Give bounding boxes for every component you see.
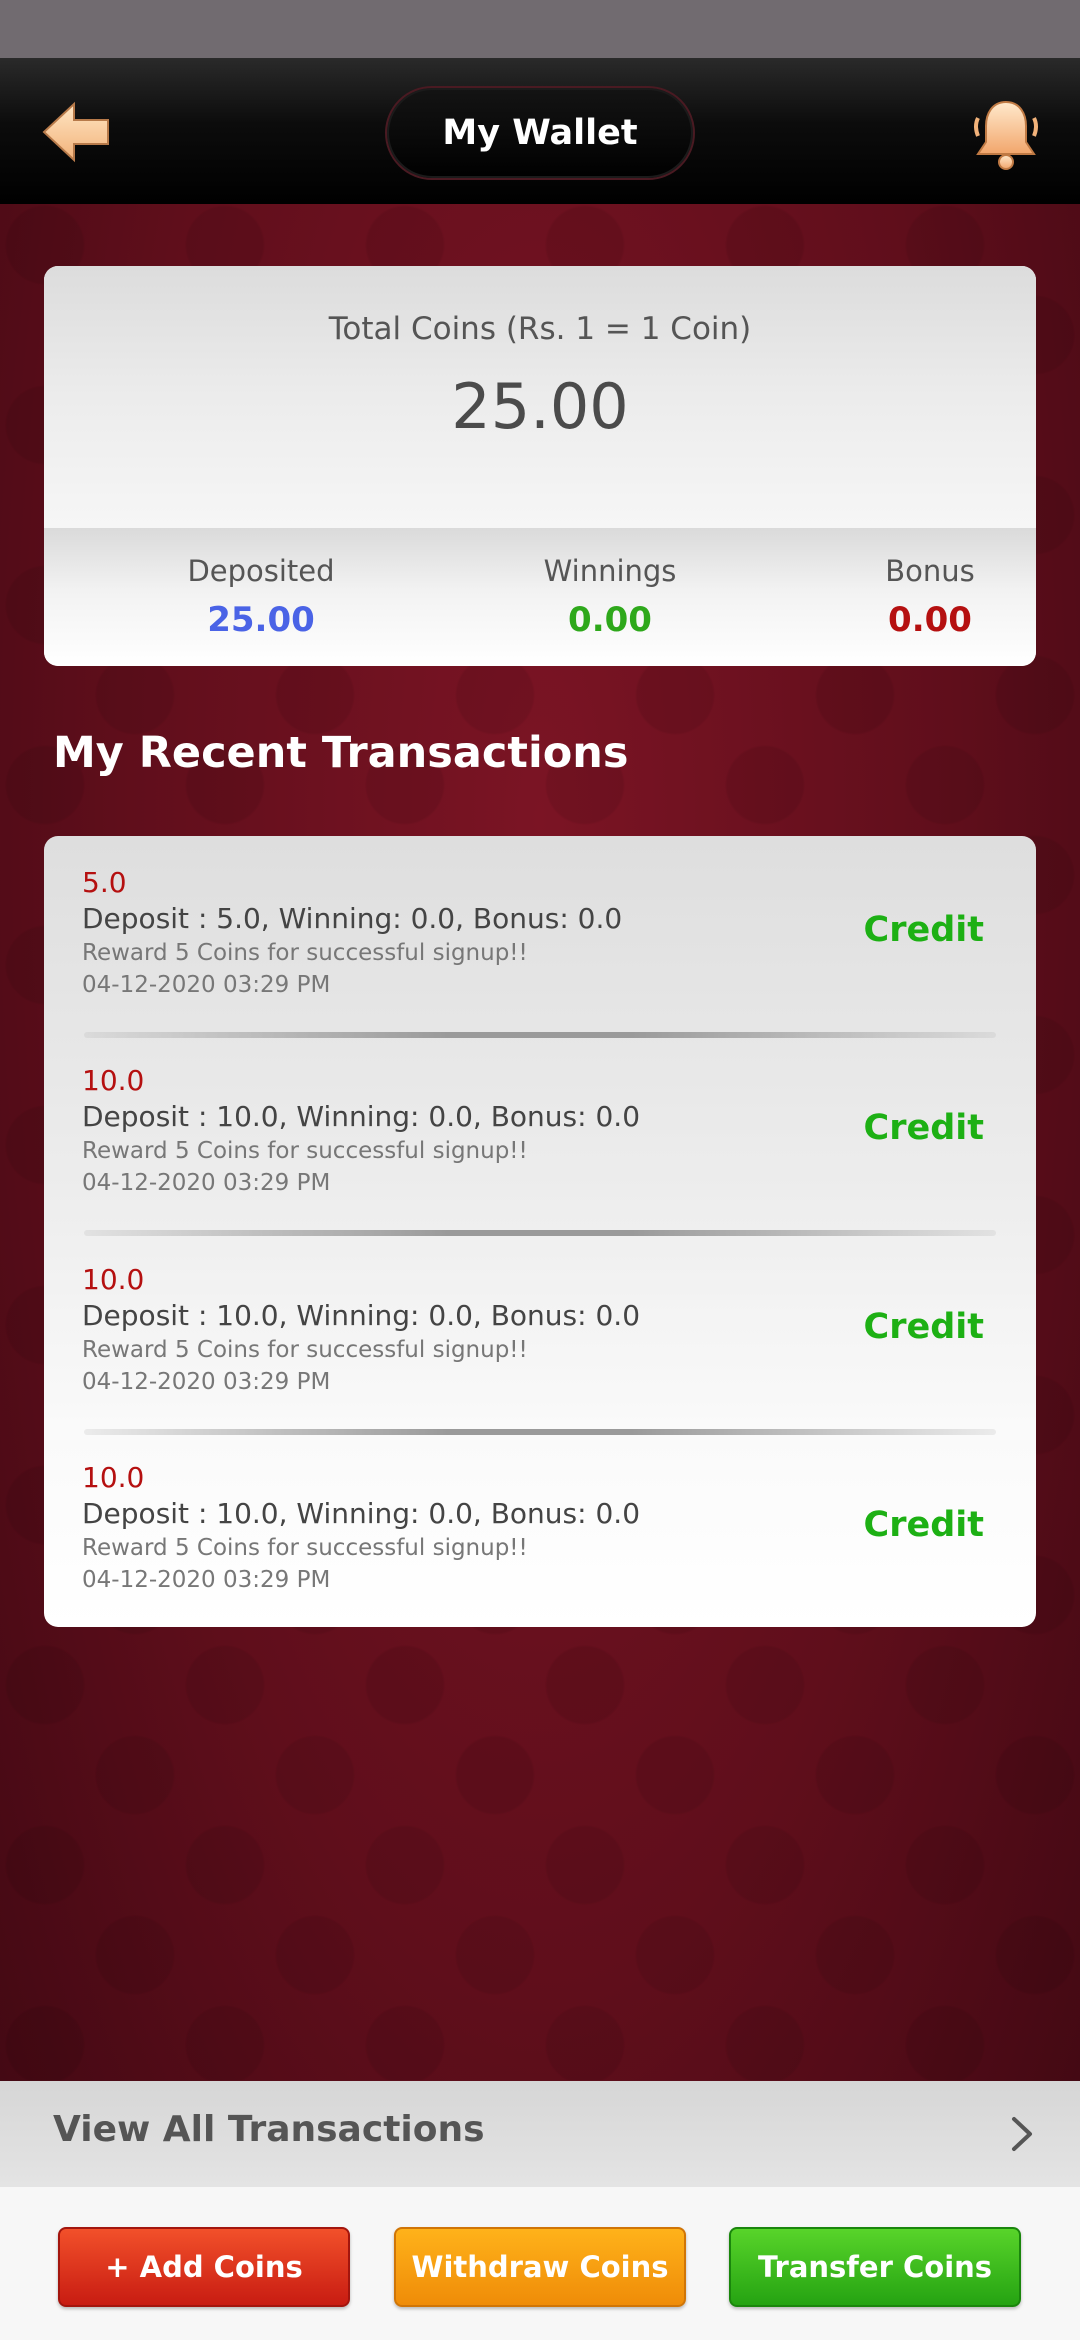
transaction-description: Deposit : 10.0, Winning: 0.0, Bonus: 0.0 [82, 1299, 641, 1332]
notifications-button[interactable] [972, 96, 1040, 172]
winnings-value: 0.00 [568, 600, 652, 640]
bonus-value: 0.00 [888, 600, 972, 640]
withdraw-coins-button[interactable]: Withdraw Coins [394, 2227, 686, 2307]
bell-icon [974, 100, 1038, 170]
bottom-action-bar: + Add Coins Withdraw Coins Transfer Coin… [0, 2187, 1080, 2340]
total-coins-label: Total Coins (Rs. 1 = 1 Coin) [328, 311, 752, 347]
transactions-list: 5.0 Deposit : 5.0, Winning: 0.0, Bonus: … [44, 836, 1036, 1627]
transaction-row[interactable]: 10.0 Deposit : 10.0, Winning: 0.0, Bonus… [44, 1034, 1036, 1232]
transaction-amount: 10.0 [82, 1263, 145, 1296]
transaction-note: Reward 5 Coins for successful signup!! [82, 1535, 528, 1561]
bonus-stat: Bonus 0.00 [800, 554, 1036, 640]
status-bar [0, 0, 1080, 58]
transaction-amount: 10.0 [82, 1064, 145, 1097]
transaction-note: Reward 5 Coins for successful signup!! [82, 940, 528, 966]
transaction-note: Reward 5 Coins for successful signup!! [82, 1138, 528, 1164]
transaction-note: Reward 5 Coins for successful signup!! [82, 1337, 528, 1363]
transaction-date: 04-12-2020 03:29 PM [82, 1369, 331, 1395]
transfer-coins-button[interactable]: Transfer Coins [729, 2227, 1021, 2307]
transaction-date: 04-12-2020 03:29 PM [82, 1567, 331, 1593]
transaction-date: 04-12-2020 03:29 PM [82, 1170, 331, 1196]
deposited-label: Deposited [187, 554, 335, 588]
transaction-type: Credit [863, 1307, 984, 1347]
transaction-date: 04-12-2020 03:29 PM [82, 972, 331, 998]
transaction-row[interactable]: 5.0 Deposit : 5.0, Winning: 0.0, Bonus: … [44, 836, 1036, 1034]
recent-transactions-heading: My Recent Transactions [53, 728, 629, 778]
deposited-stat: Deposited 25.00 [131, 554, 391, 640]
transaction-type: Credit [863, 1505, 984, 1545]
deposited-value: 25.00 [207, 600, 315, 640]
wallet-summary-card: Total Coins (Rs. 1 = 1 Coin) 25.00 Depos… [44, 266, 1036, 666]
transaction-amount: 5.0 [82, 866, 127, 899]
transaction-type: Credit [863, 910, 984, 950]
transaction-description: Deposit : 10.0, Winning: 0.0, Bonus: 0.0 [82, 1497, 641, 1530]
total-coins-value: 25.00 [451, 370, 629, 443]
view-all-transactions-label: View All Transactions [53, 2109, 485, 2150]
transaction-description: Deposit : 10.0, Winning: 0.0, Bonus: 0.0 [82, 1100, 641, 1133]
transaction-type: Credit [863, 1108, 984, 1148]
add-coins-button[interactable]: + Add Coins [58, 2227, 350, 2307]
transaction-row[interactable]: 10.0 Deposit : 10.0, Winning: 0.0, Bonus… [44, 1431, 1036, 1627]
view-all-transactions-button[interactable]: View All Transactions [0, 2081, 1080, 2187]
winnings-label: Winnings [543, 554, 677, 588]
total-coins-panel: Total Coins (Rs. 1 = 1 Coin) 25.00 [44, 266, 1036, 528]
transaction-row[interactable]: 10.0 Deposit : 10.0, Winning: 0.0, Bonus… [44, 1233, 1036, 1431]
bonus-label: Bonus [885, 554, 975, 588]
chevron-right-icon [1012, 2117, 1032, 2151]
transaction-description: Deposit : 5.0, Winning: 0.0, Bonus: 0.0 [82, 902, 623, 935]
page-title: My Wallet [385, 86, 695, 180]
transaction-amount: 10.0 [82, 1461, 145, 1494]
back-arrow-icon [42, 101, 109, 163]
winnings-stat: Winnings 0.00 [480, 554, 740, 640]
back-button[interactable] [40, 100, 114, 164]
